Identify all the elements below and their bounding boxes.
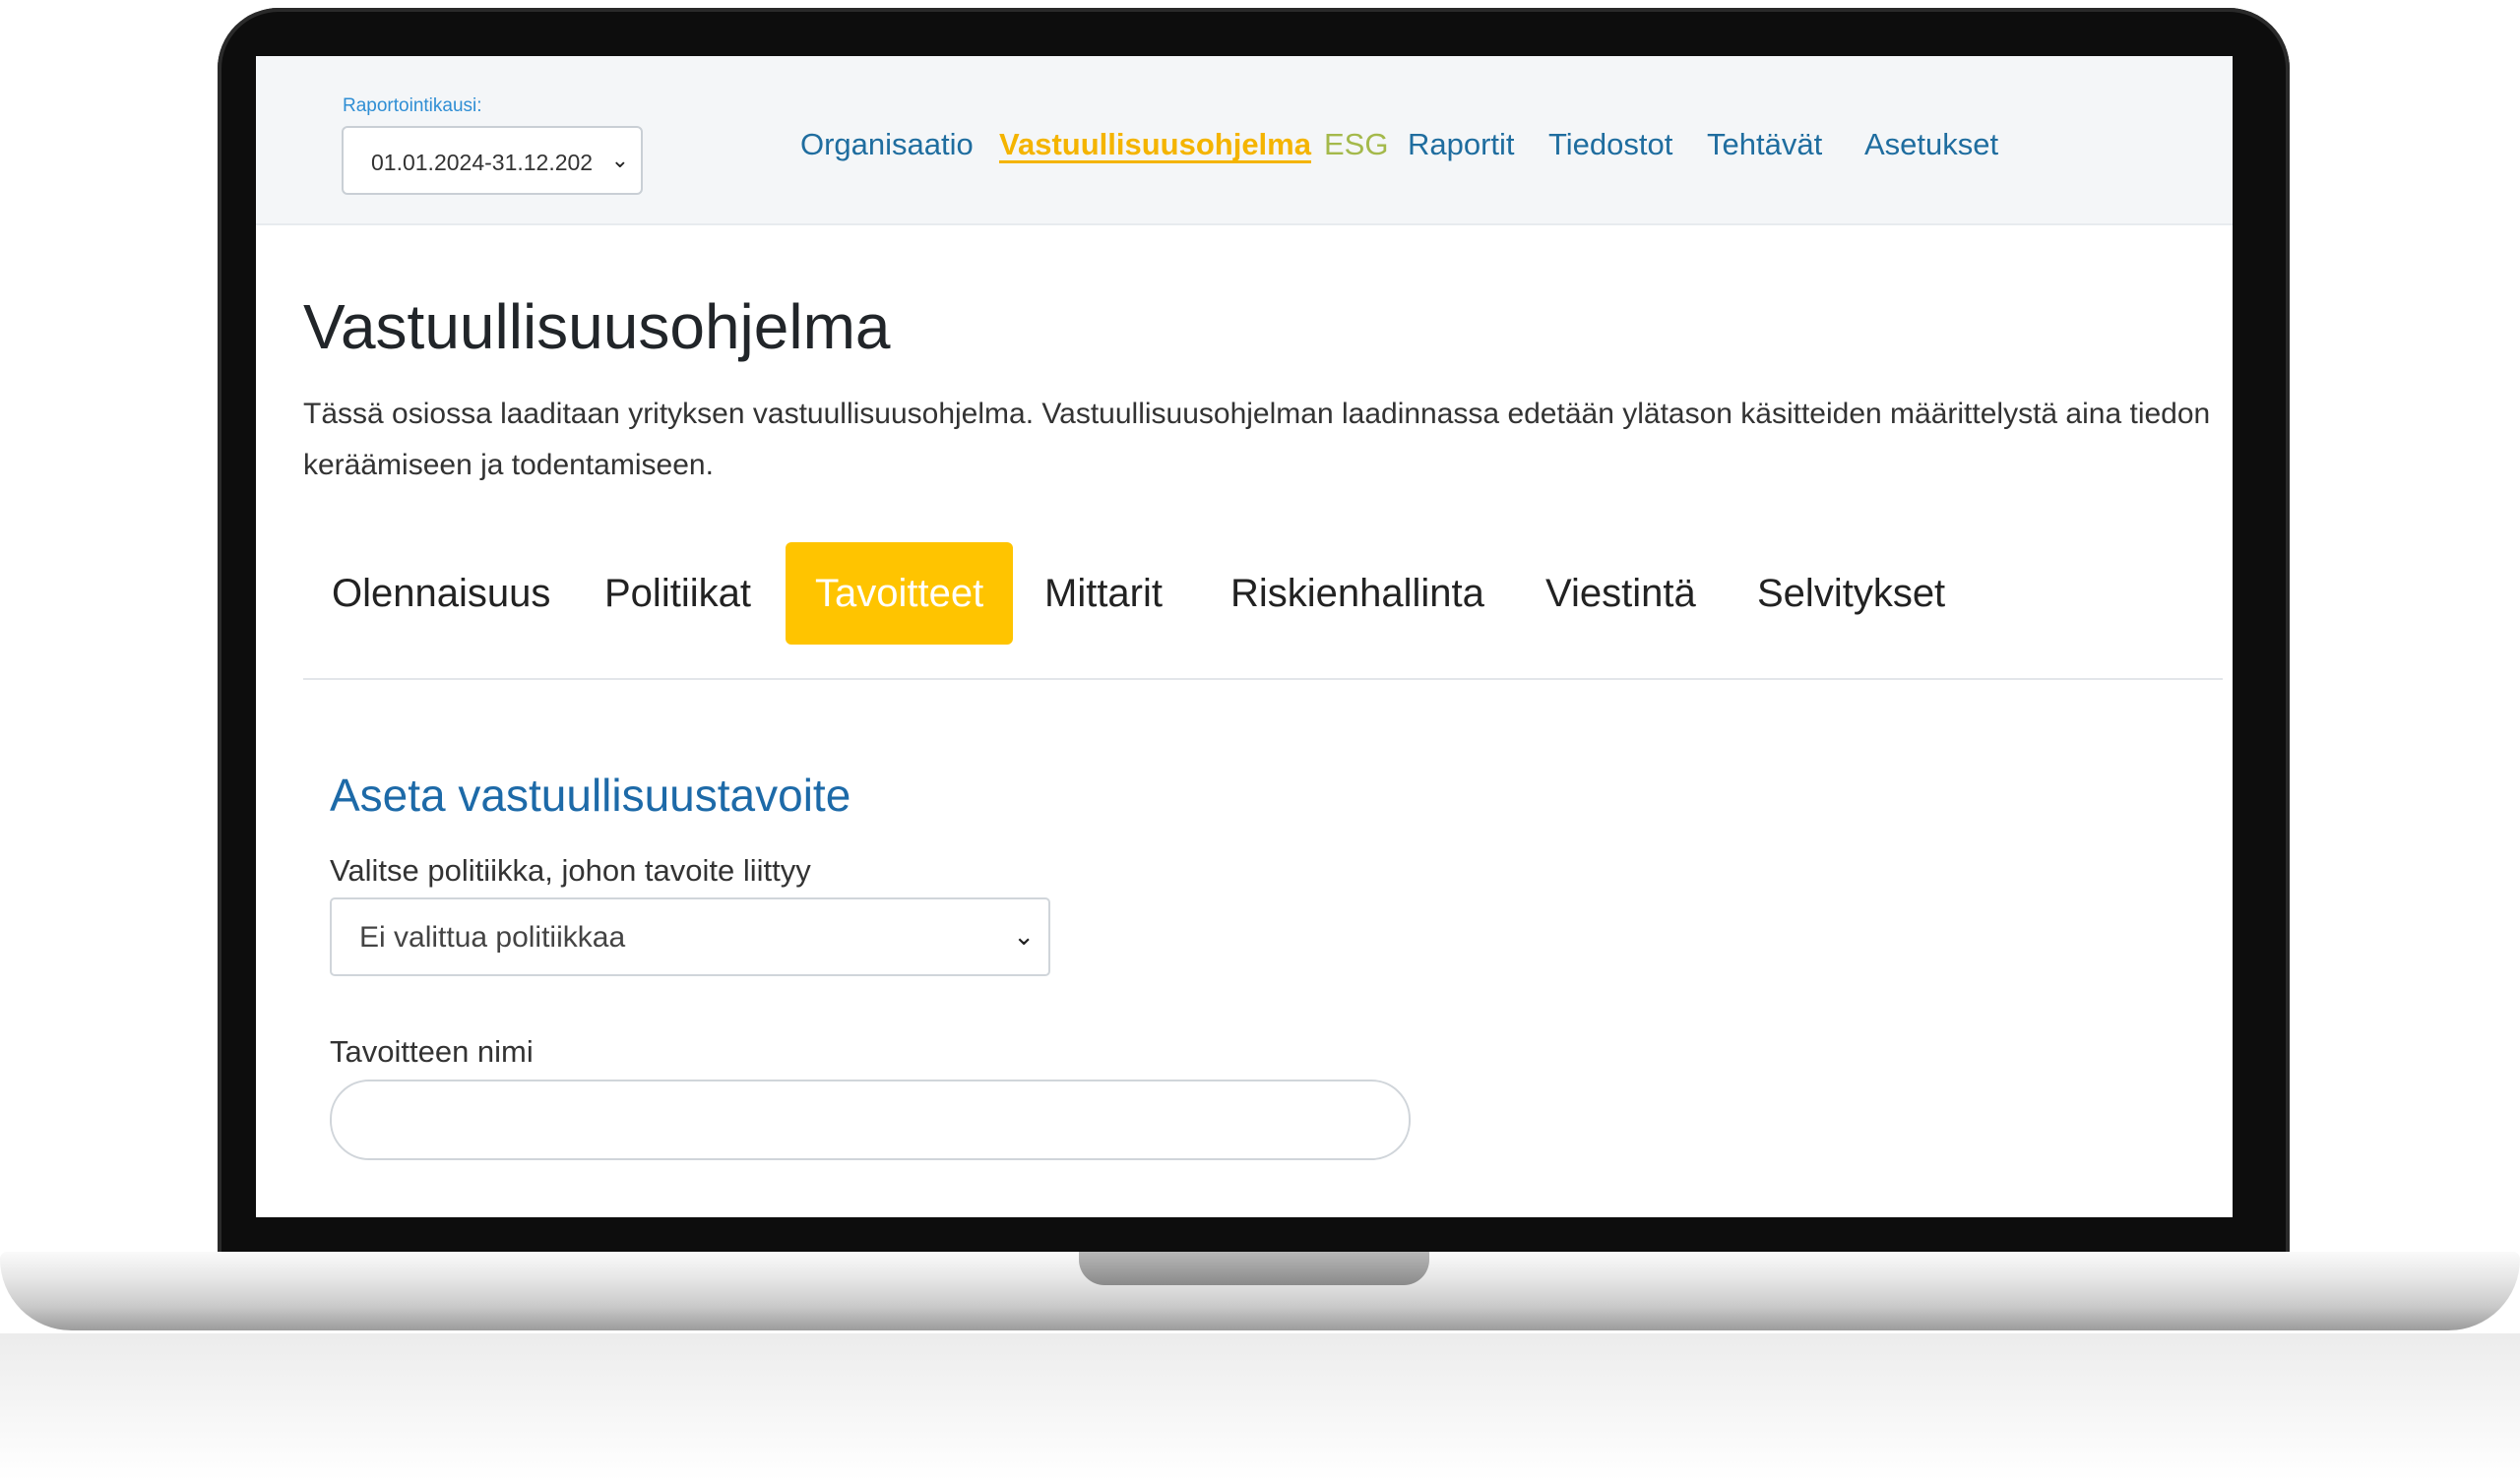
nav-tiedostot[interactable]: Tiedostot [1548, 127, 1672, 162]
top-navigation-bar: Raportointikausi: 01.01.2024-31.12.202 ⌄… [256, 56, 2233, 225]
tab-mittarit[interactable]: Mittarit [1044, 542, 1163, 645]
tab-riskienhallinta[interactable]: Riskienhallinta [1230, 542, 1484, 645]
nav-raportit[interactable]: Raportit [1408, 127, 1515, 162]
tab-viestinta[interactable]: Viestintä [1545, 542, 1696, 645]
reporting-period-select[interactable]: 01.01.2024-31.12.202 ⌄ [342, 126, 643, 195]
reporting-period-label: Raportointikausi: [343, 95, 482, 116]
policy-select-value: Ei valittua politiikkaa [359, 921, 626, 954]
page-description: Tässä osiossa laaditaan yrityksen vastuu… [303, 398, 2211, 481]
nav-esg[interactable]: ESG [1324, 127, 1388, 162]
nav-tehtavat[interactable]: Tehtävät [1707, 127, 1822, 162]
app-screen: Raportointikausi: 01.01.2024-31.12.202 ⌄… [256, 56, 2233, 1217]
policy-select[interactable]: Ei valittua politiikkaa ⌄ [330, 897, 1050, 976]
section-title: Aseta vastuullisuustavoite [330, 770, 851, 821]
tab-politiikat[interactable]: Politiikat [604, 542, 751, 645]
tab-olennaisuus[interactable]: Olennaisuus [332, 542, 550, 645]
goal-name-label: Tavoitteen nimi [330, 1034, 534, 1069]
policy-select-label: Valitse politiikka, johon tavoite liitty… [330, 853, 811, 888]
chevron-down-icon: ⌄ [1013, 921, 1035, 951]
reporting-period-value: 01.01.2024-31.12.202 [371, 150, 594, 175]
tab-divider [303, 678, 2223, 680]
page-title: Vastuullisuusohjelma [303, 291, 891, 362]
chevron-down-icon: ⌄ [610, 148, 629, 172]
nav-organisaatio[interactable]: Organisaatio [800, 127, 974, 162]
nav-vastuullisuusohjelma[interactable]: Vastuullisuusohjelma [999, 127, 1311, 162]
laptop-reflection [0, 1333, 2520, 1481]
tab-selvitykset[interactable]: Selvitykset [1757, 542, 1945, 645]
nav-asetukset[interactable]: Asetukset [1864, 127, 1998, 162]
laptop-notch [1079, 1252, 1429, 1285]
tab-tavoitteet[interactable]: Tavoitteet [786, 542, 1014, 645]
goal-name-input[interactable] [330, 1080, 1411, 1160]
